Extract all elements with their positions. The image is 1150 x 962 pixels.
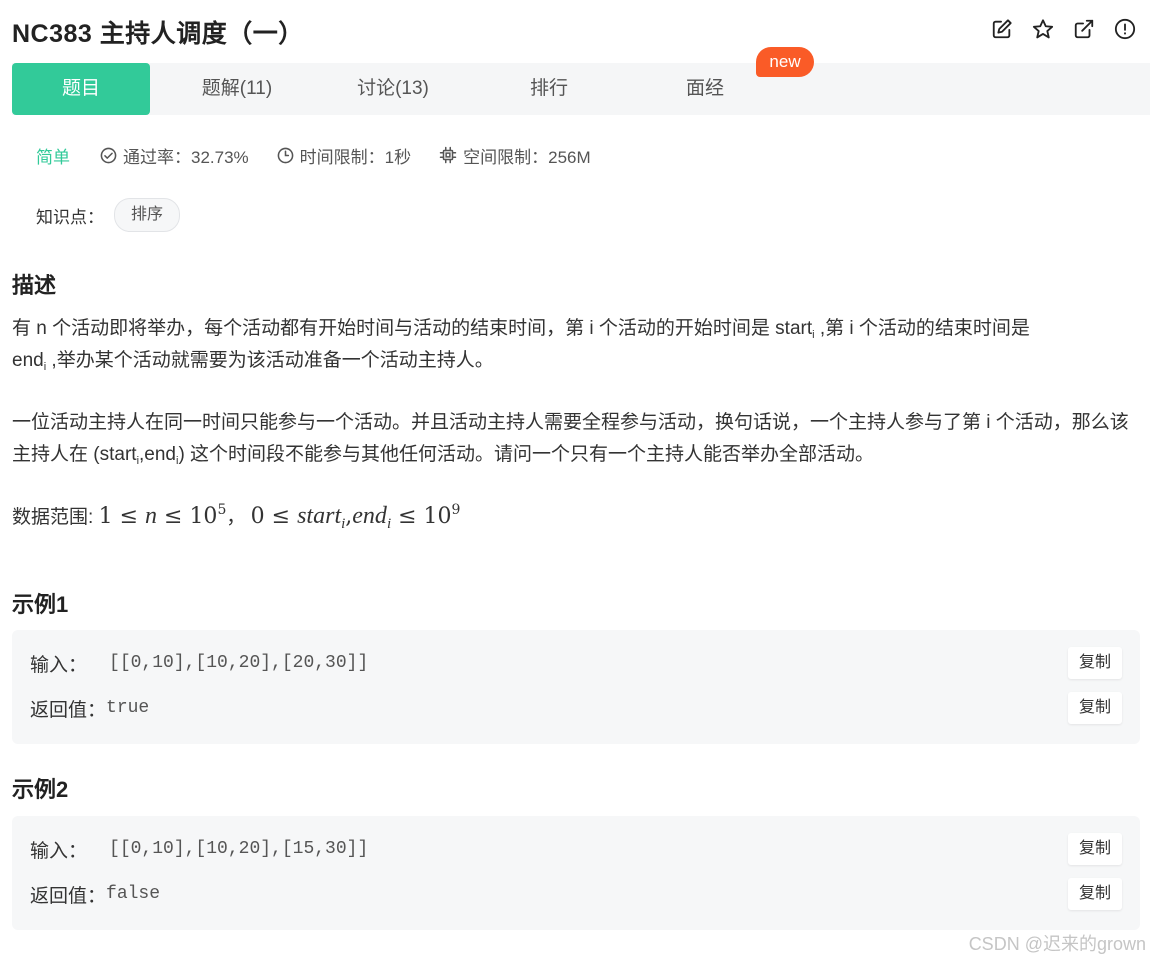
example-2-input-row: 输入： [[0,10],[10,20],[15,30]] bbox=[30, 834, 368, 864]
problem-header: NC383 主持人调度（一） bbox=[12, 12, 1150, 52]
check-circle-icon bbox=[100, 147, 117, 163]
space-limit-text: 空间限制：256M bbox=[463, 147, 591, 167]
header-actions bbox=[991, 18, 1136, 40]
time-limit: 时间限制：1秒 bbox=[277, 143, 411, 168]
output-label: 返回值： bbox=[30, 699, 107, 721]
knowledge-points: 知识点： 排序 bbox=[36, 198, 181, 232]
time-limit-text: 时间限制：1秒 bbox=[299, 147, 412, 167]
share-icon[interactable] bbox=[1073, 18, 1095, 40]
data-range-label: 数据范围: bbox=[12, 507, 94, 528]
example-2-output: false bbox=[106, 884, 161, 904]
input-label: 输入： bbox=[30, 654, 88, 676]
copy-output-button[interactable]: 复制 bbox=[1068, 878, 1122, 910]
output-label: 返回值： bbox=[30, 885, 107, 907]
tab-problem[interactable]: 题目 bbox=[12, 63, 150, 115]
example-2-heading: 示例2 bbox=[12, 777, 69, 802]
difficulty-label: 简单 bbox=[36, 147, 70, 167]
data-range-formula: 1 ≤ n ≤ 105 bbox=[98, 502, 227, 529]
pass-rate: 通过率：32.73% bbox=[100, 143, 249, 168]
example-2-output-row: 返回值： false bbox=[30, 879, 160, 909]
pass-rate-text: 通过率：32.73% bbox=[123, 147, 249, 167]
copy-input-button[interactable]: 复制 bbox=[1068, 833, 1122, 865]
data-range: 数据范围: 1 ≤ n ≤ 105， 0 ≤ starti,endi ≤ 109 bbox=[12, 502, 461, 532]
tab-discussion[interactable]: 讨论(13) bbox=[323, 63, 463, 115]
edit-icon[interactable] bbox=[991, 18, 1013, 40]
problem-meta: 简单 通过率：32.73% 时间限制：1秒 空间限制：256M bbox=[36, 143, 619, 167]
page-title: NC383 主持人调度（一） bbox=[12, 20, 304, 48]
example-1-input-row: 输入： [[0,10],[10,20],[20,30]] bbox=[30, 648, 368, 678]
tab-interviews[interactable]: 面经 bbox=[635, 63, 775, 115]
description-paragraph-2: 一位活动主持人在同一时间只能参与一个活动。并且活动主持人需要全程参与活动，换句话… bbox=[12, 412, 1129, 467]
watermark: CSDN @迟来的grown bbox=[968, 934, 1146, 954]
knowledge-label: 知识点： bbox=[36, 207, 104, 227]
copy-output-button[interactable]: 复制 bbox=[1068, 692, 1122, 724]
new-badge: new bbox=[756, 47, 814, 77]
star-icon[interactable] bbox=[1032, 18, 1054, 40]
input-label: 输入： bbox=[30, 840, 88, 862]
example-1-box: 输入： [[0,10],[10,20],[20,30]] 复制 返回值： tru… bbox=[12, 630, 1140, 744]
description-heading: 描述 bbox=[12, 273, 57, 298]
clock-icon bbox=[277, 147, 294, 163]
report-icon[interactable] bbox=[1114, 18, 1136, 40]
chip-icon bbox=[439, 146, 457, 164]
copy-input-button[interactable]: 复制 bbox=[1068, 647, 1122, 679]
description-paragraph-1: 有 n 个活动即将举办，每个活动都有开始时间与活动的结束时间，第 i 个活动的开… bbox=[12, 318, 1030, 373]
example-1-output-row: 返回值： true bbox=[30, 693, 149, 723]
example-1-output: true bbox=[106, 698, 150, 718]
tab-solutions[interactable]: 题解(11) bbox=[167, 63, 307, 115]
example-2-input: [[0,10],[10,20],[15,30]] bbox=[109, 839, 369, 859]
tab-bar: 题目 题解(11) 讨论(13) 排行 面经 new bbox=[12, 47, 1150, 115]
example-1-heading: 示例1 bbox=[12, 592, 69, 617]
tab-ranking[interactable]: 排行 bbox=[479, 63, 619, 115]
example-2-box: 输入： [[0,10],[10,20],[15,30]] 复制 返回值： fal… bbox=[12, 816, 1140, 930]
data-range-formula-2: 0 ≤ starti,endi ≤ 109 bbox=[250, 502, 461, 532]
example-1-input: [[0,10],[10,20],[20,30]] bbox=[109, 653, 369, 673]
knowledge-tag[interactable]: 排序 bbox=[114, 198, 181, 232]
space-limit: 空间限制：256M bbox=[439, 143, 591, 168]
